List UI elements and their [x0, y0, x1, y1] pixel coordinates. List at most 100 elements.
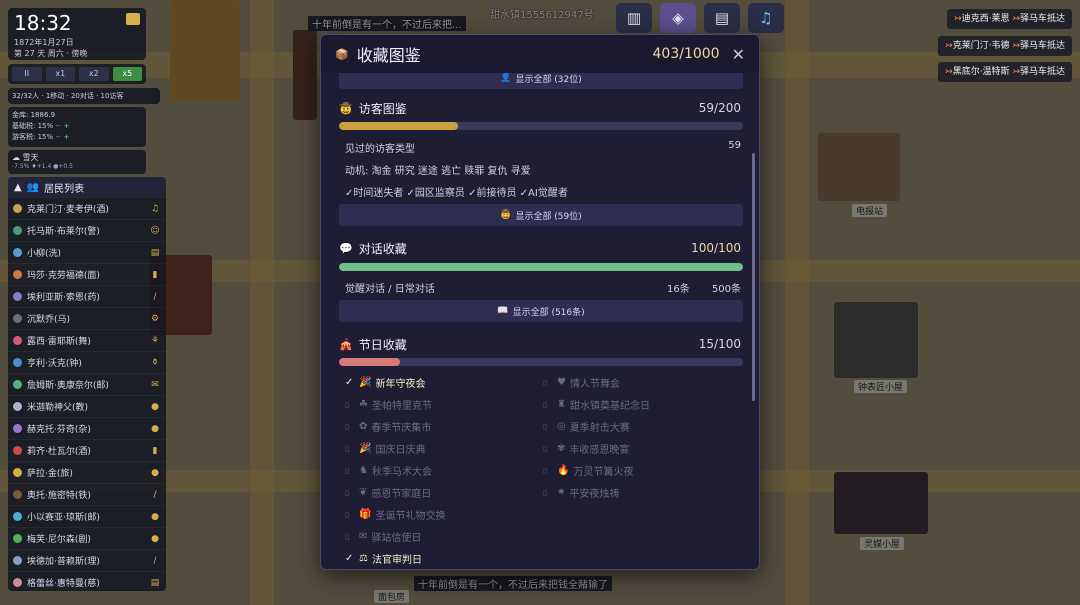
telegraph-building[interactable] — [818, 133, 900, 201]
resident-avatar — [13, 248, 22, 257]
resident-name: 格蕾丝·惠特曼(慈) — [27, 579, 100, 589]
music-button[interactable]: ♫ — [748, 3, 784, 33]
festival-name: 新年守夜会 — [375, 379, 426, 390]
resident-row[interactable]: 萨拉·金(旅) ● — [8, 461, 166, 483]
job-icon: ▤ — [150, 577, 160, 588]
clock-house-building[interactable] — [834, 302, 918, 378]
festival-name: 万灵节篝火夜 — [573, 467, 634, 478]
building[interactable] — [170, 0, 240, 100]
resident-row[interactable]: 赫克托·芬奇(杂) ● — [8, 417, 166, 439]
resident-avatar — [13, 534, 22, 543]
resident-row[interactable]: 米迦勒神父(教) ● — [8, 395, 166, 417]
tax-increase-button[interactable]: + — [64, 122, 70, 130]
show-all-top-button[interactable]: 👤 显示全部 (32位) — [339, 73, 743, 89]
lock-icon: ▯ — [543, 488, 548, 497]
stats-chart-button[interactable]: ▥ — [616, 3, 652, 33]
festival-name: 情人节舞会 — [569, 379, 620, 390]
tax-decrease-button[interactable]: − — [55, 122, 61, 130]
job-icon: / — [153, 555, 157, 566]
tax-decrease-button[interactable]: − — [55, 133, 61, 141]
festival-icon: ◎ — [557, 421, 566, 432]
lock-icon: ▯ — [543, 466, 548, 475]
speed-x1-button[interactable]: x1 — [45, 67, 75, 81]
festival-section-title: 🎪 节日收藏 — [339, 338, 407, 352]
resident-avatar — [13, 512, 22, 521]
resident-row[interactable]: 奥托·施密特(铁) / — [8, 483, 166, 505]
tax-row: 基础税: 15% − + — [12, 121, 142, 132]
visitor-types-count: 59 — [728, 140, 741, 151]
resident-row[interactable]: 克莱门汀·麦考伊(酒) ♫ — [8, 197, 166, 219]
resident-name: 萨拉·金(旅) — [27, 469, 73, 479]
resident-row[interactable]: 小柳(洗) ▤ — [8, 241, 166, 263]
show-all-dialogues-button[interactable]: 📖 显示全部 (516条) — [339, 300, 743, 322]
tax-increase-button[interactable]: + — [64, 133, 70, 141]
festival-icon: ☘ — [359, 399, 368, 410]
speed-x5-button[interactable]: x5 — [112, 67, 142, 81]
close-button[interactable]: ✕ — [732, 45, 745, 64]
lock-icon: ▯ — [345, 488, 350, 497]
resident-row[interactable]: 亨利·沃克(钟) ⚱ — [8, 351, 166, 373]
job-icon: ⚱ — [151, 357, 159, 368]
modal-body[interactable]: 👤 显示全部 (32位) 🤠 访客图鉴 59/200 见过的访客类型 59 动机: … — [321, 73, 759, 569]
clock-time: 18:32 — [14, 11, 72, 35]
job-icon: ⚙ — [150, 313, 160, 324]
resident-avatar — [13, 556, 22, 565]
resident-avatar — [13, 292, 22, 301]
resident-avatar — [13, 226, 22, 235]
notification[interactable]: ↣克莱门汀·韦德 ↣驿马车抵达 — [938, 36, 1072, 56]
resident-row[interactable]: 玛莎·克劳福德(面) ▮ — [8, 263, 166, 285]
festival-icon: ✷ — [557, 487, 566, 498]
resident-name: 埃利亚斯·索恩(药) — [27, 293, 100, 303]
cowboy-icon: 🤠 — [339, 102, 353, 115]
resident-name: 亨利·沃克(钟) — [27, 359, 82, 369]
dialogue-count: 100/100 — [691, 241, 741, 255]
resident-row[interactable]: 沉默乔(马) ⚙ — [8, 307, 166, 329]
job-icon: ⚘ — [150, 335, 160, 346]
people-icon: 👥 — [26, 181, 40, 193]
lock-icon: ▯ — [345, 400, 350, 409]
speed-controls: II x1 x2 x5 — [8, 64, 146, 84]
festival-name: 秋季马术大会 — [371, 467, 432, 478]
resident-avatar — [13, 402, 22, 411]
notification[interactable]: ↣迪克西·莱恩 ↣驿马车抵达 — [947, 9, 1072, 29]
newspaper-button[interactable]: ▤ — [704, 3, 740, 33]
resident-avatar — [13, 578, 22, 587]
resident-avatar — [13, 446, 22, 455]
resident-row[interactable]: 埃德加·普赖斯(理) / — [8, 549, 166, 571]
resident-avatar — [13, 424, 22, 433]
festival-item: ▯ ♜ 甜水镇奠基纪念日 — [543, 397, 650, 412]
resident-row[interactable]: 格蕾丝·惠特曼(慈) ▤ — [8, 571, 166, 591]
resident-row[interactable]: 托马斯·布莱尔(警) ☺ — [8, 219, 166, 241]
visitor-tags: ✓时间迷失者 ✓园区监察员 ✓前接待员 ✓AI觉醒者 — [345, 188, 568, 199]
collection-button[interactable]: ◈ — [660, 3, 696, 33]
festival-count: 15/100 — [698, 337, 741, 351]
festival-icon: ❦ — [359, 487, 368, 498]
festival-name: 甜水镇奠基纪念日 — [569, 401, 650, 412]
population-stats: 32/32人 · 1移动 · 20对话 · 10访客 — [8, 88, 160, 104]
job-icon: ▮ — [152, 445, 158, 456]
resident-list-header[interactable]: ▲ 👥 居民列表 — [8, 177, 166, 197]
scrollbar[interactable] — [752, 153, 755, 401]
resident-avatar — [13, 490, 22, 499]
pause-button[interactable]: II — [12, 67, 42, 81]
notification[interactable]: ↣黑底尔·温特斯 ↣驿马车抵达 — [938, 62, 1072, 82]
resident-name: 詹姆斯·奥康奈尔(邮) — [27, 381, 109, 391]
festival-name: 圣诞节礼物交换 — [375, 511, 446, 522]
resident-row[interactable]: 埃利亚斯·索恩(药) / — [8, 285, 166, 307]
resident-row[interactable]: 露西·雷耶斯(舞) ⚘ — [8, 329, 166, 351]
resident-name: 小柳(洗) — [27, 249, 62, 259]
fort-icon[interactable] — [126, 13, 140, 25]
spirit-house-building[interactable] — [834, 472, 928, 534]
building[interactable] — [293, 30, 317, 120]
resident-row[interactable]: 梅芙·尼尔森(剧) ● — [8, 527, 166, 549]
resident-row[interactable]: 詹姆斯·奥康奈尔(邮) ✉ — [8, 373, 166, 395]
cloud-icon: ☁ — [12, 153, 20, 162]
show-all-visitors-button[interactable]: 🤠 显示全部 (59位) — [339, 204, 743, 226]
festival-name: 平安夜烛祷 — [569, 489, 620, 500]
festival-icon: 🎉 — [359, 443, 372, 454]
resident-row[interactable]: 小以赛亚·琼斯(邮) ● — [8, 505, 166, 527]
festival-name: 感恩节家庭日 — [371, 489, 432, 500]
collapse-icon[interactable]: ▲ — [14, 182, 22, 193]
resident-row[interactable]: 莉齐·杜瓦尔(酒) ▮ — [8, 439, 166, 461]
speed-x2-button[interactable]: x2 — [79, 67, 109, 81]
